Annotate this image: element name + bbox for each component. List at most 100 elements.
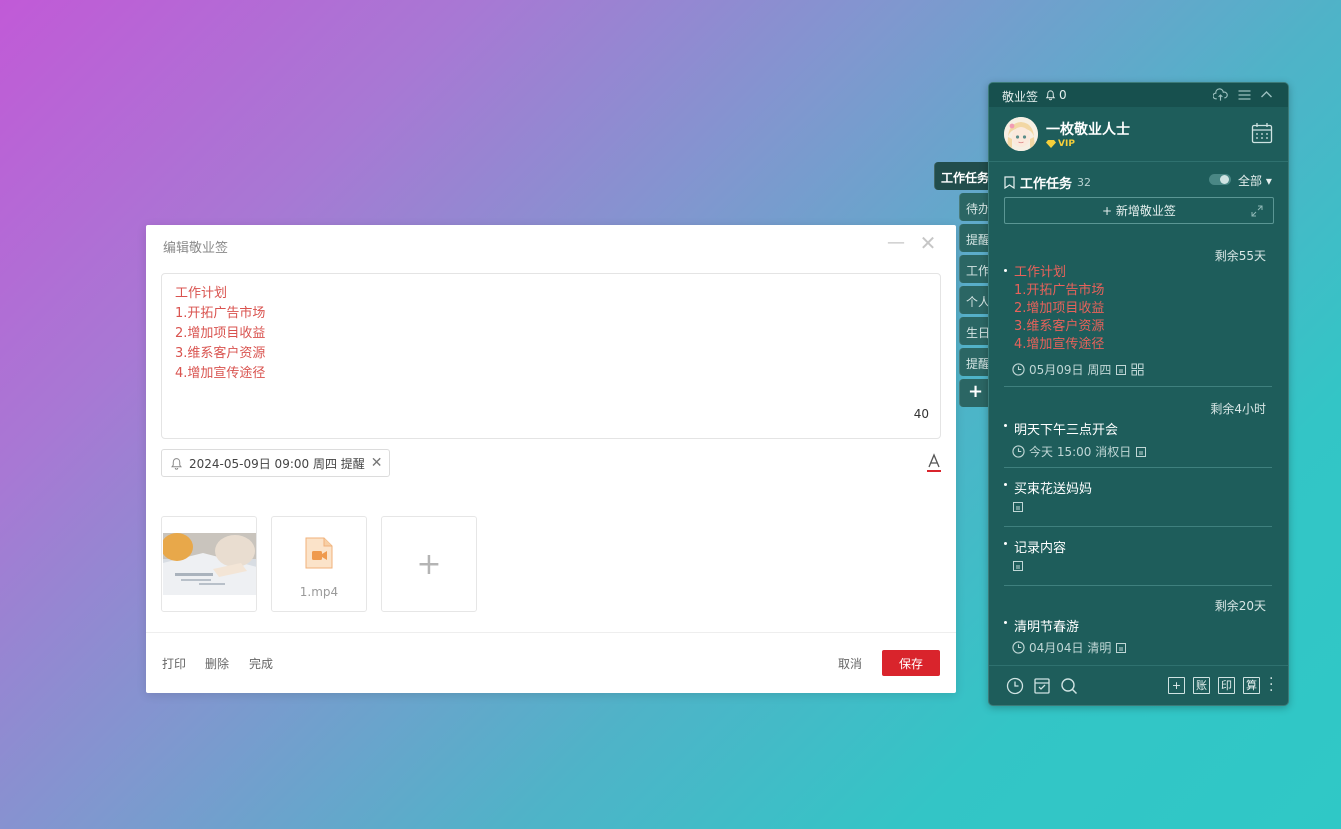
attachment-photo (163, 533, 256, 595)
bell-icon (1045, 90, 1056, 101)
content-line: 1.开拓广告市场 (175, 306, 266, 321)
note-date: 今天 15:00 消权日 (1029, 445, 1132, 459)
bullet (1004, 621, 1007, 624)
new-note-label: 新增敬业签 (1115, 204, 1176, 218)
note-title: 明天下午三点开会 (1014, 423, 1119, 438)
tab-reminder[interactable]: 提醒 (959, 224, 991, 252)
panel-titlebar[interactable]: 敬业签 0 (989, 83, 1288, 107)
close-icon[interactable]: ✕ (918, 233, 938, 253)
video-attachment[interactable]: 1.mp4 (271, 516, 367, 612)
tab-personal[interactable]: 个人 (959, 286, 991, 314)
lock-icon (1013, 502, 1023, 512)
remove-reminder-icon[interactable]: ✕ (371, 455, 383, 471)
tab-work-tasks[interactable]: 工作任务 (934, 162, 994, 190)
note-line: 工作计划 (1014, 265, 1067, 280)
list-item[interactable]: 剩余4小时 明天下午三点开会 今天 15:00 消权日 (1004, 387, 1272, 468)
panel-footer: + 账 印 算 · · · (989, 665, 1288, 705)
font-color-icon[interactable] (926, 453, 942, 473)
char-count: 40 (913, 407, 929, 421)
note-title: 买束花送妈妈 (1014, 482, 1093, 497)
save-button[interactable]: 保存 (882, 650, 940, 676)
dialog-title: 编辑敬业签 (163, 241, 229, 256)
tab-reminder-2[interactable]: 提醒 (959, 348, 991, 376)
plus-icon: + (416, 546, 442, 582)
delete-button[interactable]: 删除 (205, 655, 229, 672)
lock-icon (1136, 446, 1147, 457)
add-attachment-button[interactable]: + (381, 516, 477, 612)
bullet (1004, 483, 1007, 486)
filter-label: 全部 (1238, 174, 1263, 188)
expand-icon[interactable] (1251, 205, 1263, 217)
section-count: 32 (1077, 176, 1092, 189)
list-item[interactable]: 剩余20天 清明节春游 04月04日 清明 (1004, 586, 1272, 666)
bullet (1004, 424, 1007, 427)
lock-icon (1116, 642, 1127, 653)
list-item[interactable]: 买束花送妈妈 (1004, 468, 1272, 527)
minimize-icon[interactable]: — (886, 233, 906, 253)
note-line: 1.开拓广告市场 (1014, 283, 1105, 298)
grid-icon (1131, 363, 1144, 376)
bell-icon (171, 457, 182, 470)
done-button[interactable]: 完成 (249, 655, 273, 672)
add-tab-button[interactable]: + (959, 379, 991, 407)
calculator-button[interactable]: 算 (1243, 677, 1260, 694)
print-button[interactable]: 打印 (162, 655, 186, 672)
tab-birthday[interactable]: 生日 (959, 317, 991, 345)
new-note-button[interactable]: + 新增敬业签 (1004, 197, 1274, 224)
note-line: 4.增加宣传途径 (1014, 337, 1105, 352)
diamond-icon (1046, 140, 1056, 148)
section-header: 工作任务 32 (1004, 173, 1091, 192)
calendar-icon[interactable] (1251, 122, 1273, 144)
note-content: 工作计划 1.开拓广告市场 2.增加项目收益 3.维系客户资源 4.增加宣传途径 (1014, 264, 1104, 354)
filter-dropdown[interactable]: 全部 ▾ (1238, 172, 1272, 189)
note-meta: 04月04日 清明 (1012, 639, 1127, 656)
clock-icon (1012, 641, 1025, 654)
print-icon-button[interactable]: 印 (1218, 677, 1235, 694)
bullet (1004, 269, 1007, 272)
menu-icon[interactable] (1237, 88, 1252, 102)
note-meta: 05月09日 周四 (1012, 361, 1144, 378)
video-filename: 1.mp4 (299, 585, 339, 599)
list-item[interactable]: 记录内容 (1004, 527, 1272, 586)
bullet (1004, 542, 1007, 545)
note-meta (1012, 501, 1024, 513)
note-date: 04月04日 清明 (1029, 641, 1112, 655)
image-attachment[interactable] (161, 516, 257, 612)
content-line: 2.增加项目收益 (175, 326, 266, 341)
user-info: 一枚敬业人士 VIP (989, 107, 1288, 162)
vip-label: VIP (1058, 139, 1075, 149)
note-title: 清明节春游 (1014, 620, 1080, 635)
clock-icon[interactable] (1006, 677, 1024, 695)
note-line: 2.增加项目收益 (1014, 301, 1105, 316)
remaining-time: 剩余4小时 (1210, 402, 1266, 416)
archive-icon[interactable] (1033, 677, 1051, 695)
reminder-chip[interactable]: 2024-05-09日 09:00 周四 提醒 ✕ (161, 449, 390, 477)
section-title: 工作任务 (1020, 177, 1073, 192)
more-icon[interactable]: · · · (1269, 672, 1273, 698)
note-content-editor[interactable]: 工作计划 1.开拓广告市场 2.增加项目收益 3.维系客户资源 4.增加宣传途径… (161, 273, 941, 439)
vip-badge: VIP (1046, 139, 1075, 149)
cancel-button[interactable]: 取消 (838, 655, 862, 672)
user-name: 一枚敬业人士 (1046, 122, 1130, 138)
avatar[interactable] (1004, 117, 1038, 151)
plus-icon: + (1102, 203, 1116, 218)
reminder-text: 2024-05-09日 09:00 周四 提醒 (189, 456, 365, 471)
lock-icon (1116, 364, 1127, 375)
content-line: 工作计划 (175, 286, 228, 301)
clock-icon (1012, 363, 1025, 376)
content-line: 3.维系客户资源 (175, 346, 266, 361)
lock-icon (1013, 561, 1023, 571)
bookmark-icon (1004, 176, 1015, 189)
tab-todo[interactable]: 待办 (959, 193, 991, 221)
view-toggle[interactable] (1209, 174, 1231, 185)
edit-note-dialog: 编辑敬业签 — ✕ 工作计划 1.开拓广告市场 2.增加项目收益 3.维系客户资… (146, 225, 956, 693)
cloud-sync-icon[interactable] (1213, 88, 1228, 102)
note-meta: 今天 15:00 消权日 (1012, 443, 1147, 460)
ledger-button[interactable]: 账 (1193, 677, 1210, 694)
search-icon[interactable] (1060, 677, 1078, 695)
collapse-icon[interactable] (1259, 88, 1274, 102)
list-item[interactable]: 剩余55天 工作计划 1.开拓广告市场 2.增加项目收益 3.维系客户资源 4.… (1004, 233, 1272, 387)
tab-work[interactable]: 工作 (959, 255, 991, 283)
add-icon[interactable]: + (1168, 677, 1185, 694)
notification-bell[interactable]: 0 (1045, 88, 1067, 102)
